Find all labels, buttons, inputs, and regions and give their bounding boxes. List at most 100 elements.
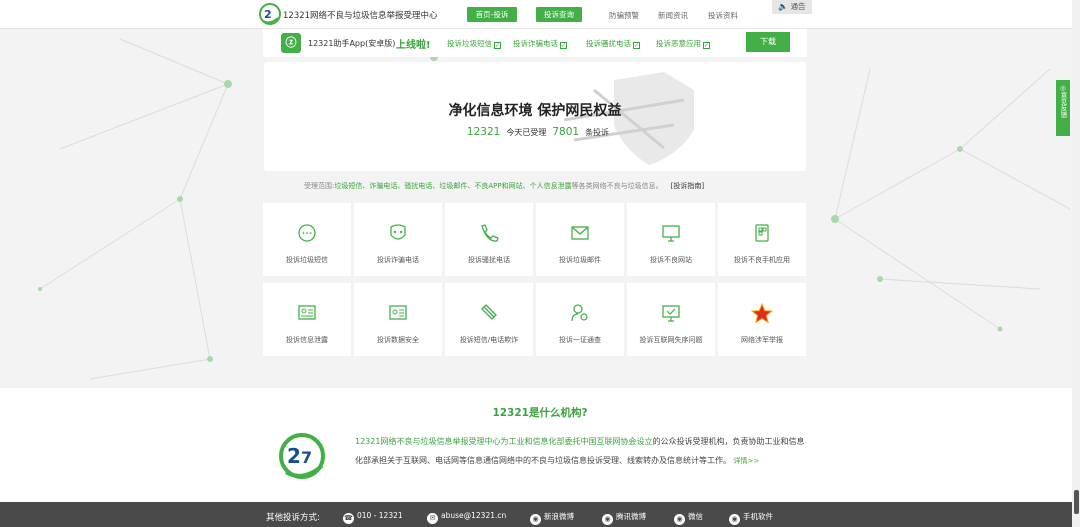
- nav-news[interactable]: 新闻资讯: [658, 10, 688, 21]
- scope-label: 受理范围:: [304, 182, 335, 190]
- app-feature-malicious-app: 投诉恶意应用 ✓: [656, 39, 710, 49]
- scrollbar-track[interactable]: [1072, 0, 1080, 527]
- tile-label: 投诉垃圾邮件: [559, 256, 601, 264]
- mail-icon: ✉: [427, 513, 438, 524]
- speaker-icon: 🔈: [778, 2, 789, 11]
- tile-one-cert-query[interactable]: 投诉一证通查: [536, 283, 624, 356]
- tile-military-report[interactable]: 网络涉军举报: [718, 283, 806, 356]
- phone-icon: [481, 224, 499, 242]
- nav-home-complaint[interactable]: 首页-投诉: [467, 7, 517, 22]
- about-section: 12321是什么机构? 2 7 12321网络不良与垃圾信息举报受理中心为工业和…: [0, 388, 1080, 502]
- notice-label: 通告: [790, 2, 806, 11]
- notice-button[interactable]: 🔈 通告: [772, 0, 812, 14]
- fraud-icon: [481, 304, 497, 320]
- tile-info-leak[interactable]: 投诉信息泄露: [263, 283, 351, 356]
- brand-number: 12321: [466, 126, 501, 138]
- tile-internet-disorder[interactable]: 投诉互联网失序问题: [627, 283, 715, 356]
- site-title[interactable]: 12321网络不良与垃圾信息举报受理中心: [283, 9, 438, 21]
- scope-line: 受理范围:垃圾短信、诈骗电话、骚扰电话、垃圾邮件、不良APP和网站、个人信息泄露…: [304, 181, 704, 191]
- feedback-side-button[interactable]: ◎ 意见反馈: [1056, 80, 1070, 136]
- about-logo: 2 7: [279, 433, 325, 479]
- tile-spam-mail[interactable]: 投诉垃圾邮件: [536, 203, 624, 276]
- about-title: 12321是什么机构?: [492, 407, 588, 419]
- footer: 其他投诉方式: ☎ 010 - 12321 ✉ abuse@12321.cn ◉ 新浪…: [0, 502, 1080, 527]
- tile-label: 投诉信息泄露: [286, 336, 328, 344]
- tile-label: 投诉骚扰电话: [468, 256, 510, 264]
- footer-sina-weibo[interactable]: ◉ 新浪微博: [530, 511, 574, 525]
- mobile-app-icon: ◉: [729, 514, 740, 525]
- id-card-icon: [298, 305, 316, 320]
- svg-text:2: 2: [287, 444, 301, 468]
- footer-email[interactable]: ✉ abuse@12321.cn: [427, 511, 506, 524]
- top-nav: 2 12321网络不良与垃圾信息举报受理中心 首页-投诉 投诉查询 防骗预警 新…: [0, 0, 1080, 29]
- tile-fraud-call[interactable]: 投诉诈骗电话: [354, 203, 442, 276]
- tile-harass-call[interactable]: 投诉骚扰电话: [445, 203, 533, 276]
- check-icon: ✓: [560, 42, 567, 49]
- about-text: 12321网络不良与垃圾信息举报受理中心为工业和信息化部委托中国互联网协会设立的…: [355, 432, 810, 471]
- wechat-icon: ◉: [674, 514, 685, 525]
- check-icon: ✓: [703, 42, 710, 49]
- tile-label: 投诉短信/电话欺诈: [459, 336, 519, 344]
- tile-label: 投诉一证通查: [559, 336, 601, 344]
- mail-icon: [571, 226, 589, 240]
- mask-icon: [390, 224, 406, 240]
- tile-bad-website[interactable]: 投诉不良网站: [627, 203, 715, 276]
- stat-prefix: 今天已受理: [506, 128, 547, 137]
- army-star-icon: [750, 303, 774, 323]
- tile-bad-mobile-app[interactable]: 投诉不良手机应用: [718, 203, 806, 276]
- app-feature-harass-call: 投诉骚扰电话 ✓: [586, 39, 640, 49]
- footer-mobile-app[interactable]: ◉ 手机软件: [729, 511, 773, 525]
- tile-spam-sms[interactable]: 投诉垃圾短信: [263, 203, 351, 276]
- weibo-icon: ◉: [530, 514, 541, 525]
- app-promo-bar: ⓩ 12321助手App(安卓版) 上线啦! 投诉垃圾短信 ✓ 投诉诈骗电话 ✓ 投…: [263, 29, 807, 57]
- user-search-icon: [571, 304, 588, 322]
- hero-title: 净化信息环境 保护网民权益: [448, 103, 622, 119]
- tile-label: 投诉诈骗电话: [377, 256, 419, 264]
- data-card-icon: [389, 305, 407, 320]
- footer-phone[interactable]: ☎ 010 - 12321: [343, 511, 403, 524]
- about-more-link[interactable]: 详情>>: [734, 457, 760, 465]
- feedback-icon: ◎: [1060, 84, 1066, 92]
- app-online-text: 上线啦!: [396, 40, 431, 51]
- tile-label: 投诉不良手机应用: [734, 256, 790, 264]
- site-logo[interactable]: 2: [259, 3, 281, 25]
- about-lead: 12321网络不良与垃圾信息举报受理中心为: [355, 437, 509, 446]
- mobile-app-icon: [755, 224, 769, 242]
- about-org-link[interactable]: 工业和信息化部委托中国互联网协会设立: [508, 437, 652, 446]
- tile-data-security[interactable]: 投诉数据安全: [354, 283, 442, 356]
- app-promo-text: 12321助手App(安卓版): [308, 39, 396, 48]
- nav-complaint-query[interactable]: 投诉查询: [536, 7, 582, 22]
- footer-label: 其他投诉方式:: [266, 513, 320, 523]
- phone-icon: ☎: [343, 513, 354, 524]
- download-button[interactable]: 下载: [746, 32, 790, 52]
- stat-suffix: 条投诉: [585, 128, 610, 137]
- nav-fraud-alert[interactable]: 防骗预警: [609, 10, 639, 21]
- scope-items[interactable]: 垃圾短信、诈骗电话、骚扰电话、垃圾邮件、不良APP和网站、个人信息泄露: [334, 182, 571, 190]
- check-icon: ✓: [633, 42, 640, 49]
- tile-label: 投诉不良网站: [650, 256, 692, 264]
- hero-stats: 12321 今天已受理 7801 条投诉: [264, 126, 806, 138]
- nav-materials[interactable]: 投诉资料: [708, 10, 738, 21]
- tile-sms-call-fraud[interactable]: 投诉短信/电话欺诈: [445, 283, 533, 356]
- check-icon: ✓: [494, 42, 501, 49]
- complaint-guide-link[interactable]: [投诉指南]: [671, 182, 704, 190]
- monitor-check-icon: [662, 305, 680, 322]
- app-feature-spam-sms: 投诉垃圾短信 ✓: [447, 39, 501, 49]
- svg-text:7: 7: [301, 448, 312, 467]
- tile-label: 投诉垃圾短信: [286, 256, 328, 264]
- app-feature-fraud-call: 投诉诈骗电话 ✓: [513, 39, 567, 49]
- app-icon: ⓩ: [281, 33, 301, 53]
- scope-suffix: 等各类网络不良与垃圾信息。: [571, 182, 663, 190]
- footer-tencent-weibo[interactable]: ◉ 腾讯微博: [602, 511, 646, 525]
- svg-text:2: 2: [264, 8, 272, 21]
- hero-panel: 净化信息环境 保护网民权益 12321 今天已受理 7801 条投诉: [264, 62, 806, 171]
- feedback-label: 意见反馈: [1059, 92, 1067, 118]
- tencent-weibo-icon: ◉: [602, 514, 613, 525]
- chat-icon: [298, 224, 316, 242]
- tile-label: 投诉数据安全: [377, 336, 419, 344]
- monitor-icon: [662, 225, 680, 242]
- scrollbar-thumb[interactable]: [1074, 490, 1079, 514]
- tile-label: 投诉互联网失序问题: [639, 336, 703, 344]
- today-count: 7801: [552, 126, 580, 138]
- footer-wechat[interactable]: ◉ 微信: [674, 511, 703, 525]
